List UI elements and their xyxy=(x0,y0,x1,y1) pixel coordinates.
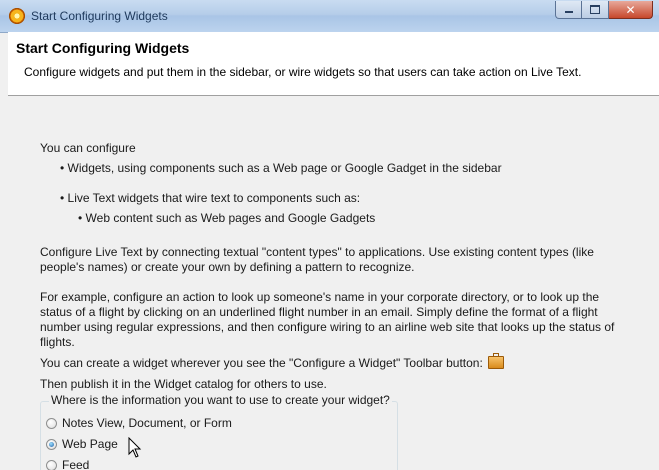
mouse-cursor-icon xyxy=(128,437,142,458)
content-area: You can configure • Widgets, using compo… xyxy=(8,97,659,470)
groupbox-legend: Where is the information you want to use… xyxy=(49,393,392,407)
radio-label: Notes View, Document, or Form xyxy=(62,416,232,430)
radio-label: Feed xyxy=(62,458,90,470)
minimize-button[interactable] xyxy=(555,1,582,19)
close-icon: ✕ xyxy=(625,2,636,17)
caption-buttons: ✕ xyxy=(555,1,653,20)
radio-button[interactable] xyxy=(46,417,57,429)
bullet-live-text: • Live Text widgets that wire text to co… xyxy=(60,191,361,205)
radio-label: Web Page xyxy=(62,437,118,451)
app-icon xyxy=(9,8,25,24)
dialog-window: Start Configuring Widgets ✕ Start Config… xyxy=(0,0,659,470)
radio-notes-view[interactable]: Notes View, Document, or Form xyxy=(46,416,232,430)
source-groupbox: Where is the information you want to use… xyxy=(40,393,398,470)
page-description: Configure widgets and put them in the si… xyxy=(24,65,582,79)
toolbox-icon xyxy=(488,353,505,369)
radio-web-page[interactable]: Web Page xyxy=(46,437,118,451)
maximize-icon xyxy=(590,5,600,14)
bullet-widgets: • Widgets, using components such as a We… xyxy=(60,161,502,175)
minimize-icon xyxy=(564,11,573,13)
window-title: Start Configuring Widgets xyxy=(31,9,168,23)
toolbar-line-text: You can create a widget wherever you see… xyxy=(40,356,483,370)
publish-line: Then publish it in the Widget catalog fo… xyxy=(40,377,327,391)
close-button[interactable]: ✕ xyxy=(609,1,653,19)
bullet-web-content: • Web content such as Web pages and Goog… xyxy=(78,211,376,225)
maximize-button[interactable] xyxy=(582,1,609,19)
radio-button[interactable] xyxy=(46,459,57,470)
example-paragraph: For example, configure an action to look… xyxy=(40,290,615,349)
header-banner: Start Configuring Widgets Configure widg… xyxy=(8,32,659,96)
live-text-paragraph: Configure Live Text by connecting textua… xyxy=(40,245,594,274)
toolbar-line: You can create a widget wherever you see… xyxy=(40,353,505,370)
intro-text: You can configure xyxy=(40,141,136,155)
radio-button-selected[interactable] xyxy=(46,438,57,450)
title-bar[interactable]: Start Configuring Widgets ✕ xyxy=(0,0,659,33)
page-title: Start Configuring Widgets xyxy=(16,40,190,56)
radio-feed[interactable]: Feed xyxy=(46,458,89,470)
